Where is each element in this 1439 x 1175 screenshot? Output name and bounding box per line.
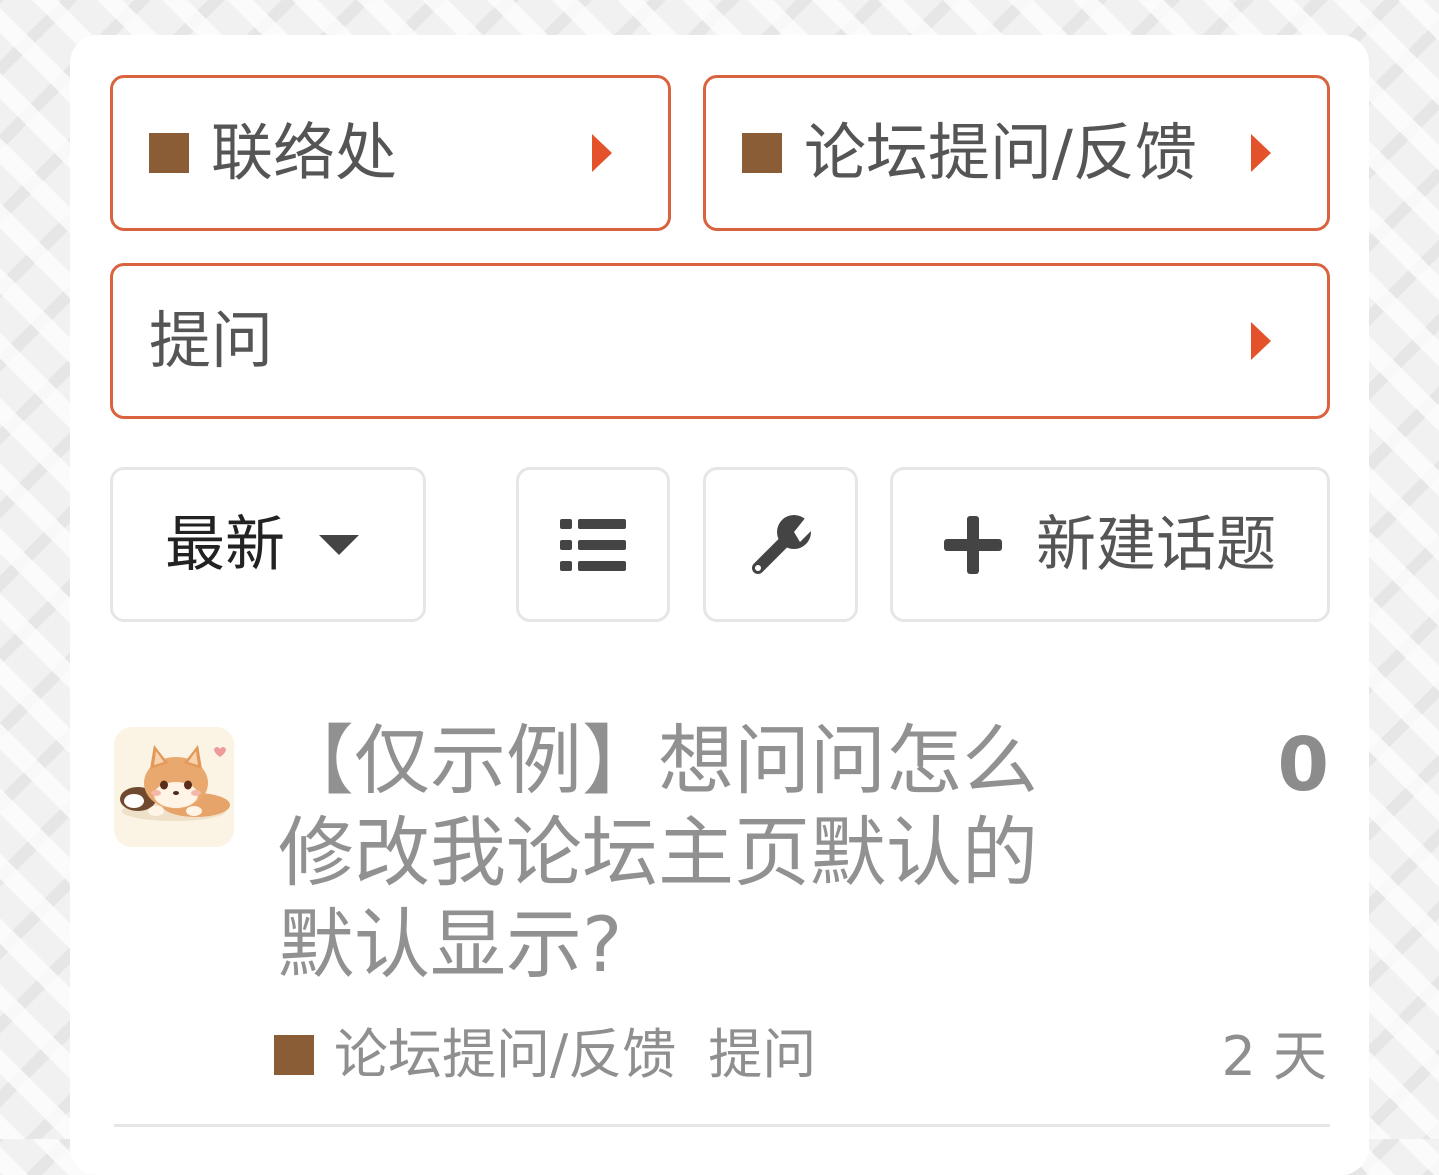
sort-latest-dropdown[interactable]: 最新 bbox=[110, 467, 426, 622]
wrench-icon bbox=[751, 511, 814, 574]
shiba-dog-avatar-image bbox=[114, 727, 234, 847]
list-view-button[interactable] bbox=[516, 467, 670, 622]
avatar[interactable] bbox=[114, 727, 234, 847]
new-topic-button[interactable]: 新建话题 bbox=[890, 467, 1330, 622]
new-topic-label: 新建话题 bbox=[1036, 509, 1276, 580]
caret-right-icon bbox=[592, 134, 612, 172]
topic-category-link[interactable]: 论坛提问/反馈 bbox=[334, 1028, 676, 1082]
chevron-down-icon bbox=[319, 534, 359, 555]
subcategory-breadcrumb-label: 论坛提问/反馈 bbox=[804, 116, 1197, 189]
topic-tag-link[interactable]: 提问 bbox=[708, 1028, 816, 1082]
reply-count[interactable]: 0 bbox=[1278, 728, 1330, 802]
topic-row-divider bbox=[114, 1124, 1330, 1127]
tag-breadcrumb-dropdown[interactable]: 提问 bbox=[110, 263, 1330, 419]
caret-right-icon bbox=[1251, 134, 1271, 172]
tag-breadcrumb-label: 提问 bbox=[149, 304, 274, 377]
topic-activity-age[interactable]: 2 天 bbox=[1221, 1030, 1327, 1084]
category-color-swatch bbox=[274, 1035, 314, 1075]
category-breadcrumb-dropdown[interactable]: 联络处 bbox=[110, 75, 671, 231]
list-icon bbox=[560, 518, 626, 571]
subcategory-color-swatch bbox=[742, 133, 782, 173]
wrench-button[interactable] bbox=[703, 467, 858, 622]
caret-right-icon bbox=[1251, 322, 1271, 360]
topic-meta: 论坛提问/反馈 提问 bbox=[274, 1028, 816, 1082]
category-color-swatch bbox=[149, 133, 189, 173]
sort-label: 最新 bbox=[165, 509, 285, 580]
plus-icon bbox=[944, 515, 1002, 574]
category-breadcrumb-label: 联络处 bbox=[211, 116, 398, 189]
subcategory-breadcrumb-dropdown[interactable]: 论坛提问/反馈 bbox=[703, 75, 1330, 231]
topic-title-link[interactable]: 【仅示例】想问问怎么修改我论坛主页默认的默认显示? bbox=[278, 715, 1108, 991]
